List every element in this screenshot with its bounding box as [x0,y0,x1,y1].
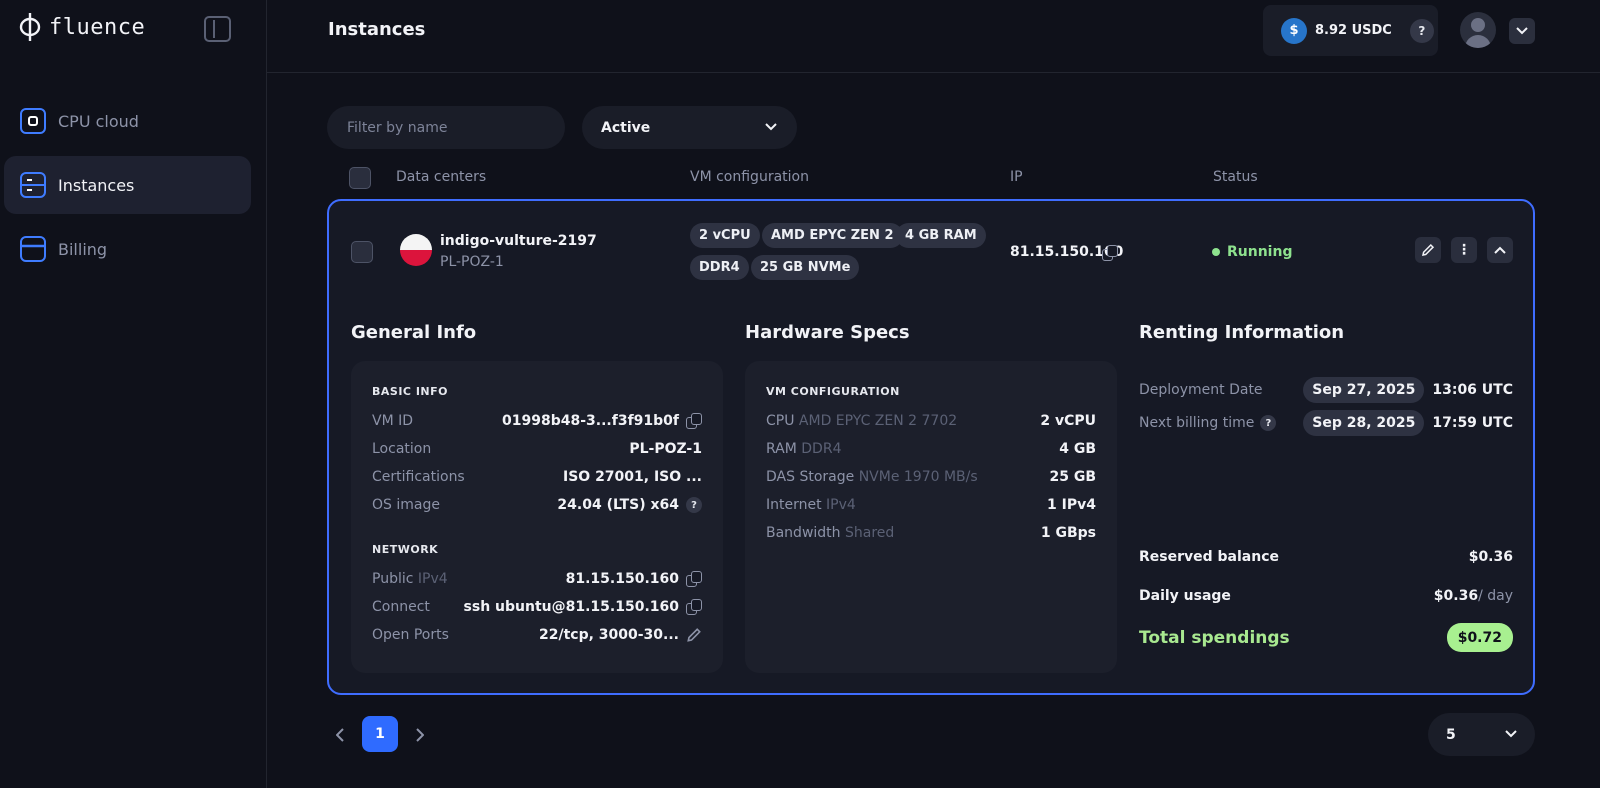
sidebar-item-instances[interactable]: Instances [4,156,251,214]
hardware-specs-title: Hardware Specs [745,322,910,343]
avatar[interactable] [1460,12,1496,48]
next-page-icon[interactable] [410,725,430,745]
prev-page-icon[interactable] [330,725,350,745]
status-dot-icon [1212,248,1220,256]
sidebar-item-cpu-cloud[interactable]: CPU cloud [4,92,251,150]
network-label: NETWORK [372,543,439,556]
next-billing-date: Sep 28, 2025 [1303,410,1425,436]
spec-row-internet: Internet IPv4 1 IPv4 [766,497,1096,513]
status-filter-select[interactable]: Active [582,106,797,149]
fluence-logo[interactable]: fluence [19,12,145,42]
info-row-open-ports: Open Ports 22/tcp, 3000-30... [372,625,702,645]
general-info-title: General Info [351,322,477,343]
spec-row-bandwidth: Bandwidth Shared 1 GBps [766,525,1096,541]
info-row-vm-id: VM ID 01998b48-3...f3f91b0f [372,411,702,431]
usdc-icon: $ [1281,17,1307,44]
next-billing-row: Next billing time? Sep 28, 2025 17:59 UTC [1139,410,1513,436]
sidebar-item-label: CPU cloud [58,111,139,131]
info-row-public-ip: Public IPv4 81.15.150.160 [372,569,702,589]
per-page-select[interactable]: 5 [1428,713,1535,756]
user-menu-chevron-icon[interactable] [1509,18,1535,44]
cpu-icon [20,108,46,134]
config-tag: 2 vCPU [690,223,760,248]
edit-ports-icon[interactable] [686,627,702,643]
instance-card: indigo-vulture-2197 PL-POZ-1 2 vCPU AMD … [327,199,1535,695]
chevron-down-icon [765,123,777,131]
edit-icon[interactable] [1415,237,1441,263]
config-tag: 25 GB NVMe [751,255,860,280]
card-icon [20,236,46,262]
renting-info-title: Renting Information [1139,322,1345,343]
copy-public-ip-icon[interactable] [686,571,702,587]
info-row-certifications: Certifications ISO 27001, ISO ... [372,469,702,485]
daily-usage-row: Daily usage $0.36/ day [1139,588,1513,604]
status-badge: Running [1212,244,1292,260]
help-icon[interactable]: ? [1409,18,1434,43]
sidebar: fluence CPU cloud Instances Billing [0,0,267,788]
filter-name-input[interactable] [327,106,565,149]
spec-row-cpu: CPU AMD EPYC ZEN 2 7702 2 vCPU [766,413,1096,429]
spec-row-ram: RAM DDR4 4 GB [766,441,1096,457]
instance-location: PL-POZ-1 [440,254,504,270]
fluence-logo-icon [19,13,41,41]
collapse-chevron-up-icon[interactable] [1487,237,1513,263]
next-billing-time: 17:59 UTC [1432,415,1513,431]
column-header-status[interactable]: Status [1213,169,1258,185]
deployment-date-row: Deployment Date Sep 27, 2025 13:06 UTC [1139,377,1513,403]
info-row-os-image: OS image 24.04 (LTS) x64? [372,495,702,515]
sidebar-item-label: Instances [58,175,135,195]
per-page-value: 5 [1446,726,1456,743]
total-spendings-row: Total spendings $0.72 [1139,623,1513,652]
reserved-balance-row: Reserved balance $0.36 [1139,549,1513,565]
general-info-panel: BASIC INFO VM ID 01998b48-3...f3f91b0f L… [351,361,723,673]
copy-vm-id-icon[interactable] [686,413,702,429]
hardware-specs-panel: VM CONFIGURATION CPU AMD EPYC ZEN 2 7702… [745,361,1117,673]
balance-amount: 8.92 USDC [1315,23,1392,38]
config-tag: DDR4 [690,255,749,280]
column-header-ip[interactable]: IP [1010,169,1023,185]
deployment-date: Sep 27, 2025 [1303,377,1425,403]
column-header-data-centers[interactable]: Data centers [396,169,486,185]
topbar: Instances $ 8.92 USDC ? [267,0,1600,73]
info-row-location: Location PL-POZ-1 [372,441,702,457]
page-title: Instances [328,19,426,40]
info-row-connect: Connect ssh ubuntu@81.15.150.160 [372,597,702,617]
os-image-value: 24.04 (LTS) x64 [557,497,679,513]
balance-widget[interactable]: $ 8.92 USDC ? [1263,5,1438,56]
vm-configuration-label: VM CONFIGURATION [766,385,900,398]
status-filter-value: Active [601,119,651,136]
vm-id-value: 01998b48-3...f3f91b0f [502,413,679,429]
total-spendings-value: $0.72 [1446,623,1513,652]
more-options-icon[interactable]: ⋮ [1451,237,1477,263]
spec-row-storage: DAS Storage NVMe 1970 MB/s 25 GB [766,469,1096,485]
select-all-checkbox[interactable] [349,167,371,189]
status-text: Running [1227,244,1293,260]
config-tag: 4 GB RAM [896,223,986,248]
sidebar-item-billing[interactable]: Billing [4,220,251,278]
column-header-vm-configuration[interactable]: VM configuration [690,169,809,185]
daily-usage-value: $0.36 [1433,588,1479,604]
billing-help-icon[interactable]: ? [1260,415,1277,431]
brand-name: fluence [49,14,146,40]
copy-connect-icon[interactable] [686,599,702,615]
page-button-current[interactable]: 1 [362,716,398,752]
connect-value: ssh ubuntu@81.15.150.160 [463,599,679,615]
server-icon [20,172,46,198]
poland-flag-icon [400,234,432,266]
config-tag: AMD EPYC ZEN 2 [762,223,903,248]
basic-info-label: BASIC INFO [372,385,448,398]
reserved-balance-value: $0.36 [1468,549,1513,565]
sidebar-toggle-icon[interactable] [204,16,231,42]
public-ip-value: 81.15.150.160 [565,571,679,587]
instance-checkbox[interactable] [351,241,373,263]
copy-ip-icon[interactable] [1102,245,1118,261]
deployment-time: 13:06 UTC [1432,382,1513,398]
sidebar-item-label: Billing [58,239,108,259]
open-ports-value: 22/tcp, 3000-30... [538,627,679,643]
os-help-icon[interactable]: ? [686,497,702,513]
chevron-down-icon [1505,730,1517,738]
instance-name[interactable]: indigo-vulture-2197 [440,233,597,249]
